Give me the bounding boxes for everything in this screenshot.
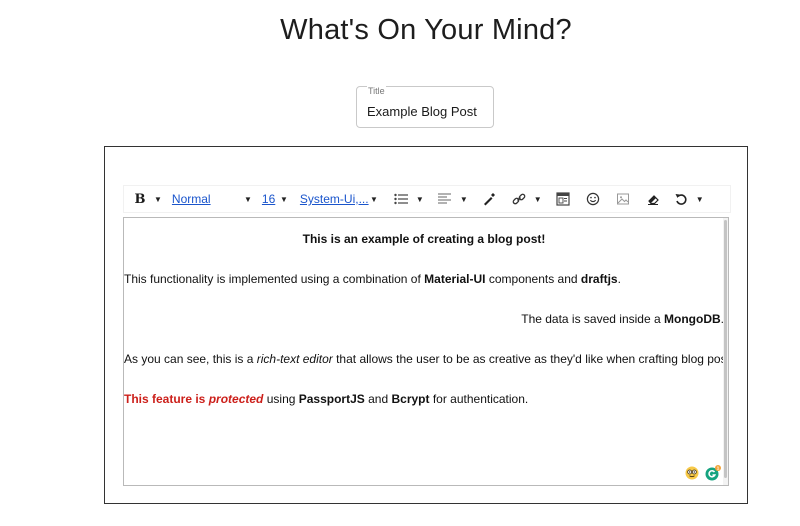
grammarly-icon[interactable]: 1: [705, 465, 721, 481]
editor-line-5: This feature is protected using Passport…: [124, 392, 724, 406]
color-picker-icon[interactable]: [478, 188, 500, 210]
line5-text-g: for authentication.: [429, 392, 529, 406]
editor-content[interactable]: This is an example of creating a blog po…: [123, 217, 729, 486]
line2-text-e: .: [617, 272, 621, 286]
line2-bold-draftjs: draftjs: [580, 272, 618, 286]
embed-icon[interactable]: [552, 188, 574, 210]
line2-bold-material-ui: Material-UI: [424, 272, 486, 286]
align-caret-icon[interactable]: ▼: [460, 195, 468, 204]
editor-line-4: As you can see, this is a rich-text edit…: [124, 352, 728, 366]
bold-button[interactable]: B: [130, 188, 150, 210]
undo-caret-icon[interactable]: ▼: [696, 195, 704, 204]
font-family-dropdown[interactable]: System-Ui,...: [300, 188, 369, 210]
editor-scrollbar-thumb[interactable]: [724, 220, 727, 478]
bold-dropdown-caret-icon[interactable]: ▼: [154, 195, 162, 204]
block-type-value: Normal: [171, 192, 211, 206]
editor-line-2: This functionality is implemented using …: [124, 272, 724, 286]
nerd-face-emoji-icon[interactable]: [685, 466, 699, 480]
line3-text-a: The data is saved inside a: [521, 312, 664, 326]
line5-bold-bcrypt: Bcrypt: [391, 392, 430, 406]
editor-line-1: This is an example of creating a blog po…: [302, 232, 546, 246]
title-field-label: Title: [367, 86, 386, 96]
font-size-caret-icon[interactable]: ▼: [280, 195, 288, 204]
font-size-dropdown[interactable]: 16: [262, 188, 275, 210]
editor-toolbar: B ▼ Normal ▼ 16 ▼ System-Ui,... ▼ ▼ ▼ ▼ …: [123, 185, 731, 213]
eraser-icon[interactable]: [642, 188, 664, 210]
link-caret-icon[interactable]: ▼: [534, 195, 542, 204]
title-field-value[interactable]: Example Blog Post: [367, 104, 477, 119]
image-icon[interactable]: [612, 188, 634, 210]
font-size-value: 16: [261, 192, 276, 206]
font-family-value: System-Ui,...: [299, 192, 369, 206]
block-type-caret-icon[interactable]: ▼: [244, 195, 252, 204]
emoji-icon[interactable]: [582, 188, 604, 210]
list-icon[interactable]: [390, 188, 412, 210]
editor-line-3: The data is saved inside a MongoDB.: [124, 312, 724, 326]
list-caret-icon[interactable]: ▼: [416, 195, 424, 204]
line5-red-italic-protected: protected: [208, 392, 264, 406]
line2-text-a: This functionality is implemented using …: [124, 272, 425, 286]
line5-red-text: This feature is: [124, 392, 209, 406]
line4-italic-rich-text: rich-text editor: [256, 352, 333, 366]
line4-text-c: that allows the user to be as creative a…: [332, 352, 729, 366]
line5-text-c: using: [263, 392, 299, 406]
title-field[interactable]: Title Example Blog Post: [356, 86, 494, 128]
line5-bold-passportjs: PassportJS: [298, 392, 365, 406]
editor-frame: B ▼ Normal ▼ 16 ▼ System-Ui,... ▼ ▼ ▼ ▼ …: [104, 146, 748, 504]
editor-scrollbar[interactable]: [723, 218, 728, 485]
line5-text-e: and: [364, 392, 392, 406]
font-family-caret-icon[interactable]: ▼: [370, 195, 378, 204]
line4-text-a: As you can see, this is a: [124, 352, 257, 366]
line3-bold-mongodb: MongoDB: [664, 312, 721, 326]
line2-text-c: components and: [485, 272, 581, 286]
undo-icon[interactable]: [670, 188, 692, 210]
page-title: What's On Your Mind?: [280, 14, 572, 46]
align-icon[interactable]: [434, 188, 456, 210]
link-icon[interactable]: [508, 188, 530, 210]
block-type-dropdown[interactable]: Normal: [172, 188, 211, 210]
